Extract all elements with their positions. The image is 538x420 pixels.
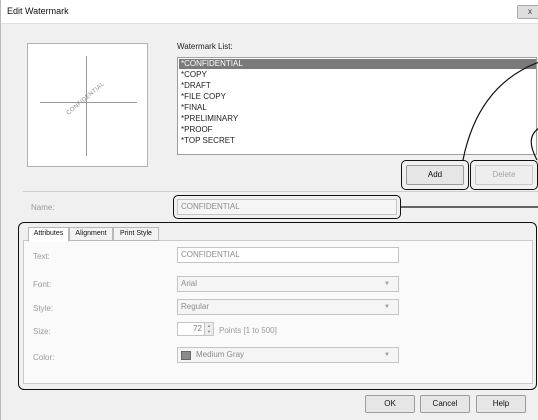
tab-alignment[interactable]: Alignment [69, 227, 113, 241]
watermark-list[interactable]: *CONFIDENTIAL *COPY *DRAFT *FILE COPY *F… [177, 57, 537, 155]
stepper-arrows-icon[interactable]: ▲ ▼ [204, 323, 213, 335]
name-label: Name: [31, 203, 55, 212]
title-bar: Edit Watermark x [1, 0, 538, 24]
ok-button[interactable]: OK [365, 395, 415, 413]
list-item[interactable]: *DRAFT [179, 81, 536, 91]
chevron-down-icon: ▼ [384, 281, 390, 287]
tab-attributes[interactable]: Attributes [28, 227, 69, 242]
font-select[interactable]: Arial ▼ [177, 276, 399, 292]
section-divider [23, 191, 538, 192]
size-stepper[interactable]: 72 ▲ ▼ [177, 322, 214, 336]
color-select[interactable]: Medium Gray ▼ [177, 347, 399, 363]
list-item[interactable]: *CONFIDENTIAL [179, 59, 536, 69]
preview-horizontal-line [40, 102, 137, 103]
help-button[interactable]: Help [476, 395, 526, 413]
font-label: Font: [33, 280, 52, 289]
style-label: Style: [33, 304, 54, 313]
color-select-value: Medium Gray [196, 350, 245, 359]
watermark-preview: CONFIDENTIAL [27, 43, 148, 167]
font-select-value: Arial [181, 279, 198, 288]
tab-print-style[interactable]: Print Style [113, 227, 159, 241]
preview-vertical-line [86, 56, 87, 156]
size-value: 72 [193, 324, 202, 333]
list-item[interactable]: *FILE COPY [179, 92, 536, 102]
chevron-down-icon: ▼ [384, 352, 390, 358]
cancel-button[interactable]: Cancel [420, 395, 470, 413]
delete-button[interactable]: Delete [475, 165, 533, 185]
color-swatch [181, 351, 191, 360]
list-item[interactable]: *TOP SECRET [179, 136, 536, 146]
list-item[interactable]: *PRELIMINARY [179, 114, 536, 124]
text-input[interactable]: CONFIDENTIAL [177, 247, 399, 263]
close-button[interactable]: x [517, 5, 538, 19]
style-select-value: Regular [181, 302, 210, 311]
list-item[interactable]: *PROOF [179, 125, 536, 135]
color-label: Color: [33, 353, 55, 362]
style-select[interactable]: Regular ▼ [177, 299, 399, 315]
dialog-title: Edit Watermark [7, 6, 69, 16]
name-field[interactable]: CONFIDENTIAL [177, 199, 397, 215]
list-item[interactable]: *FINAL [179, 103, 536, 113]
watermark-list-label: Watermark List: [177, 42, 233, 51]
size-label: Size: [33, 327, 51, 336]
list-item[interactable]: *COPY [179, 70, 536, 80]
size-range-note: Points [1 to 500] [219, 326, 277, 335]
chevron-down-icon: ▼ [384, 304, 390, 310]
text-label: Text: [33, 252, 50, 261]
add-button[interactable]: Add [406, 165, 464, 185]
edit-watermark-dialog: Edit Watermark x CONFIDENTIAL Watermark … [0, 0, 538, 420]
